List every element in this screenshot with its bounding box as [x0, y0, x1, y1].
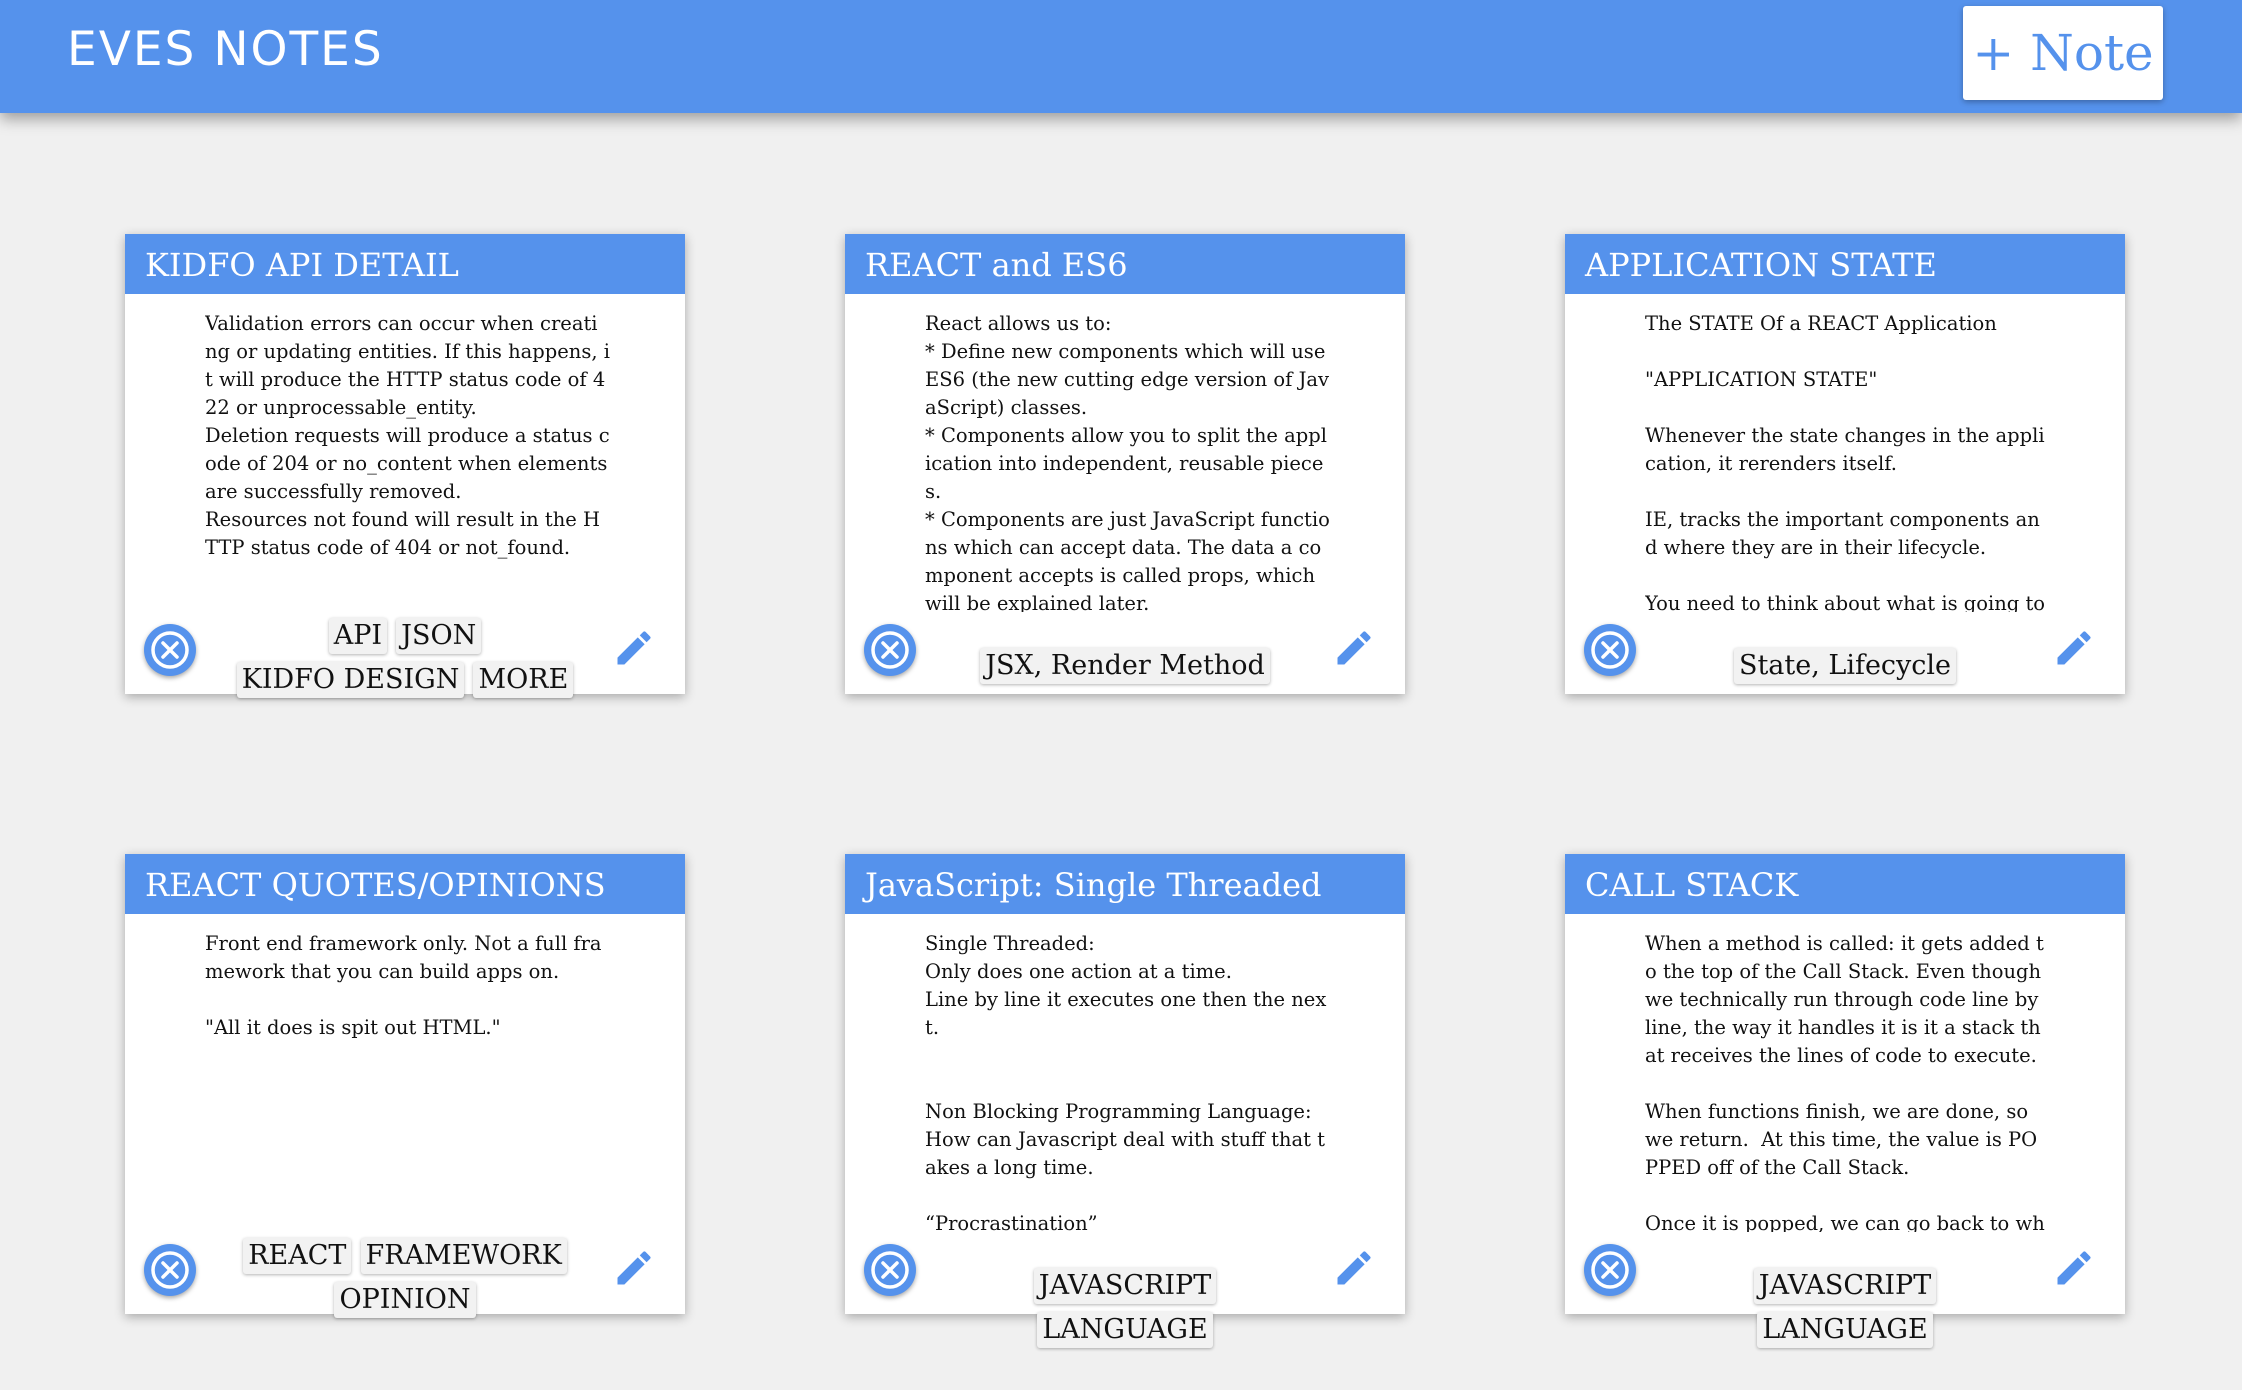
note-body: Front end framework only. Not a full fra… — [205, 932, 602, 1039]
note-card: REACT and ES6 React allows us to: * Defin… — [845, 234, 1405, 694]
tag-chip[interactable]: State, Lifecycle — [1733, 648, 1957, 684]
tag-chip[interactable]: JSON — [396, 618, 482, 654]
note-card: REACT QUOTES/OPINIONS Front end framework… — [125, 854, 685, 1318]
tag-chip[interactable]: OPINION — [334, 1282, 476, 1318]
tag-chip[interactable]: JAVASCRIPT — [1033, 1268, 1217, 1304]
app-title: EVES NOTES — [67, 22, 384, 77]
tag-list: REACT FRAMEWORK OPINION — [220, 1237, 590, 1325]
add-note-button[interactable]: + Note — [1963, 6, 2163, 100]
note-title: CALL STACK — [1565, 854, 2125, 914]
tag-chip[interactable]: API — [328, 618, 388, 654]
pencil-icon — [2052, 1251, 2096, 1294]
delete-note-button[interactable] — [1584, 1244, 1636, 1296]
note-title: REACT QUOTES/OPINIONS — [125, 854, 685, 914]
note-body: When a method is called: it gets added t… — [1645, 932, 2045, 1232]
tag-list: API JSON KIDFO DESIGN MORE — [220, 617, 590, 705]
tag-chip[interactable]: JSX, Render Method — [980, 648, 1270, 684]
pencil-icon — [2052, 631, 2096, 674]
delete-note-button[interactable] — [864, 624, 916, 676]
note-body: The STATE Of a REACT Application "APPLIC… — [1645, 312, 2046, 612]
tag-chip[interactable]: REACT — [243, 1238, 352, 1274]
note-title: JavaScript: Single Threaded — [845, 854, 1405, 914]
tag-list: JAVASCRIPT LANGUAGE — [1660, 1267, 2030, 1355]
note-card: JavaScript: Single Threaded Single Thread… — [845, 854, 1405, 1348]
delete-note-button[interactable] — [1584, 624, 1636, 676]
note-body: Validation errors can occur when creatin… — [205, 312, 610, 559]
tag-list: JSX, Render Method — [940, 647, 1310, 691]
note-title: KIDFO API DETAIL — [125, 234, 685, 294]
note-title: REACT and ES6 — [845, 234, 1405, 294]
tag-chip[interactable]: LANGUAGE — [1037, 1312, 1213, 1348]
delete-note-button[interactable] — [144, 624, 196, 676]
app-bar: EVES NOTES + Note — [0, 0, 2242, 113]
tag-chip[interactable]: LANGUAGE — [1757, 1312, 1933, 1348]
edit-note-button[interactable] — [612, 1246, 656, 1290]
note-card: CALL STACK When a method is called: it ge… — [1565, 854, 2125, 1348]
note-title: APPLICATION STATE — [1565, 234, 2125, 294]
note-body: React allows us to: * Define new compone… — [925, 312, 1330, 612]
pencil-icon — [612, 1251, 656, 1294]
edit-note-button[interactable] — [1332, 1246, 1376, 1290]
edit-note-button[interactable] — [2052, 626, 2096, 670]
tag-chip[interactable]: JAVASCRIPT — [1753, 1268, 1937, 1304]
delete-note-button[interactable] — [864, 1244, 916, 1296]
tag-list: State, Lifecycle — [1660, 647, 2030, 691]
tag-chip[interactable]: KIDFO DESIGN — [236, 662, 465, 698]
note-card: KIDFO API DETAIL Validation errors can oc… — [125, 234, 685, 698]
pencil-icon — [1332, 631, 1376, 674]
tag-chip[interactable]: MORE — [473, 662, 574, 698]
edit-note-button[interactable] — [612, 626, 656, 670]
pencil-icon — [612, 631, 656, 674]
edit-note-button[interactable] — [2052, 1246, 2096, 1290]
note-card: APPLICATION STATE The STATE Of a REACT Ap… — [1565, 234, 2125, 694]
pencil-icon — [1332, 1251, 1376, 1294]
edit-note-button[interactable] — [1332, 626, 1376, 670]
delete-note-button[interactable] — [144, 1244, 196, 1296]
tag-chip[interactable]: FRAMEWORK — [360, 1238, 567, 1274]
tag-list: JAVASCRIPT LANGUAGE — [940, 1267, 1310, 1355]
note-body: Single Threaded: Only does one action at… — [925, 932, 1327, 1232]
